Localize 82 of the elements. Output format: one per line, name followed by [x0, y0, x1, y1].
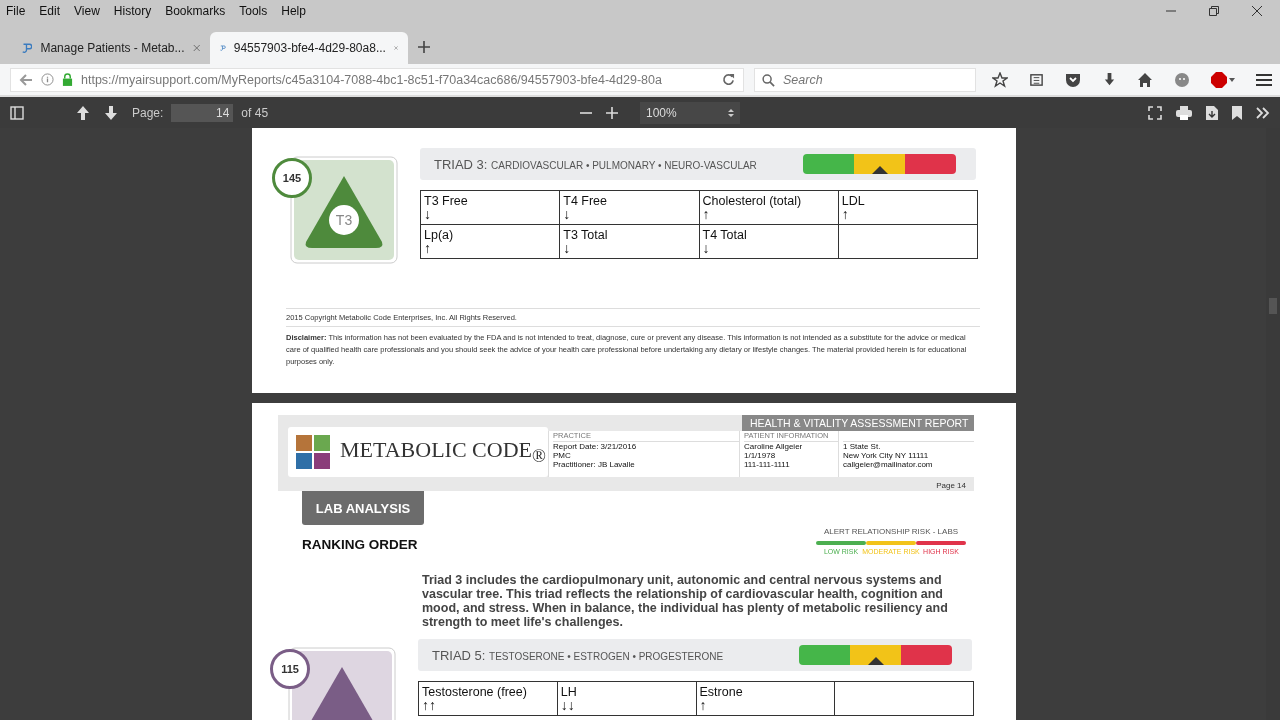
legend-title: ALERT RELATIONSHIP RISK - LABS — [823, 527, 959, 536]
menu-item[interactable]: Edit — [32, 4, 68, 18]
pocket-icon[interactable] — [1064, 71, 1081, 88]
lock-icon — [62, 73, 73, 86]
logo-icon — [296, 435, 330, 469]
reading-list-icon[interactable] — [1028, 72, 1044, 87]
zoom-in-icon[interactable] — [606, 106, 618, 119]
page-number-field[interactable]: 14 — [171, 103, 234, 122]
info-text: New York City NY 11111 — [843, 451, 930, 460]
score-badge: 115 — [270, 649, 310, 689]
trend-arrow: ↑ — [702, 208, 710, 221]
browser-tab[interactable]: 94557903-bfe4-4d29-80a8... — [210, 32, 408, 64]
brand-name: METABOLIC CODE$_{®}$ — [340, 436, 546, 468]
trend-arrow: ↓ — [424, 208, 431, 221]
lab-name: Lp(a) — [424, 228, 454, 242]
scrollbar-thumb[interactable] — [1269, 298, 1277, 314]
menu-icon[interactable] — [1255, 72, 1272, 87]
lab-name: LDL — [841, 194, 865, 208]
search-icon — [762, 73, 775, 87]
info-text: Report Date: 3/21/2016 — [553, 442, 638, 451]
browser-tab[interactable]: Manage Patients - Metab... — [12, 32, 210, 64]
lab-name: LH — [560, 685, 577, 699]
bookmark-icon[interactable] — [1232, 105, 1242, 120]
info-text: 111-111-1111 — [744, 460, 791, 469]
triad-title: TRIAD 3: CARDIOVASCULAR • PULMONARY • NEURO-VASCULAR — [434, 156, 757, 172]
print-icon[interactable] — [1176, 105, 1192, 120]
reload-icon[interactable] — [722, 73, 735, 86]
info-text: Practitioner: JB Lavalle — [553, 460, 636, 469]
zoom-dropdown[interactable]: 100% — [640, 101, 740, 124]
address-bar[interactable]: https://myairsupport.com/MyReports/c45a3104-7088-4bc1-8c51-f70a34cac686/94557903-bfe4-4d29-80a — [10, 67, 744, 92]
search-field[interactable]: Search — [754, 67, 976, 92]
sidebar-toggle-icon[interactable] — [10, 105, 24, 120]
trend-arrow: ↓ — [702, 242, 710, 255]
trend-arrow: ↓ — [563, 242, 571, 255]
page-label: Page: — [132, 105, 164, 120]
risk-marker-icon — [871, 166, 888, 174]
score-badge: 145 — [272, 158, 312, 198]
more-tools-icon[interactable] — [1256, 106, 1270, 119]
lab-name: T3 Total — [563, 228, 608, 242]
chat-icon[interactable] — [1174, 71, 1191, 88]
dropdown-arrows-icon — [728, 107, 734, 118]
lab-name: Cholesterol (total) — [702, 194, 802, 208]
page-count: of 45 — [241, 105, 269, 120]
lab-name: T4 Total — [702, 228, 747, 242]
info-text: Caroline Allgeier — [744, 442, 804, 451]
lab-name: T4 Free — [563, 194, 607, 208]
info-text: callgeier@mailinator.com — [843, 460, 934, 469]
fullscreen-icon[interactable] — [1148, 105, 1162, 120]
save-icon[interactable] — [1206, 105, 1218, 120]
close-icon[interactable] — [1252, 6, 1262, 16]
risk-marker-icon — [867, 657, 884, 665]
lab-name: Estrone — [699, 685, 743, 699]
menu-item[interactable]: Bookmarks — [158, 4, 233, 18]
info-text: 1 State St. — [843, 442, 882, 451]
section-heading: RANKING ORDER — [302, 537, 419, 552]
trend-arrow: ↓ — [563, 208, 571, 221]
previous-page-icon[interactable] — [76, 105, 90, 120]
menu-item[interactable]: Tools — [232, 4, 275, 18]
trend-arrow: ↑ — [699, 699, 707, 712]
new-tab-icon[interactable] — [418, 41, 430, 53]
bookmark-star-icon[interactable] — [992, 71, 1008, 88]
triad-title: TRIAD 5: TESTOSERONE • ESTROGEN • PROGESTERONE — [432, 647, 724, 663]
trend-arrow: ↑ — [424, 242, 431, 255]
trend-arrow: ↑ — [841, 208, 849, 221]
report-title: HEALTH & VITALITY ASSESSMENT REPORT — [742, 415, 974, 431]
next-page-icon[interactable] — [104, 105, 118, 120]
info-text: PMC — [553, 451, 572, 460]
description-text: Triad 3 includes the cardiopulmonary unit, autonomic and central nervous systems and vascular tree. This triad reflects the relationship of cardiovascular health, cognition and mood, and stress. When in balance, the individual has plenty of metabolic resiliency and strength to meet life's challenges. — [422, 573, 949, 629]
home-icon[interactable] — [1137, 71, 1154, 88]
restore-icon[interactable] — [1209, 6, 1219, 16]
site-logo-icon — [22, 41, 33, 55]
trend-arrow: ↑↑ — [422, 699, 436, 712]
back-icon[interactable] — [19, 72, 33, 87]
lab-name: Testosterone (free) — [422, 685, 527, 699]
info-text: 1/1/1978 — [744, 451, 777, 460]
trend-arrow: ↓↓ — [560, 699, 575, 712]
menu-item[interactable]: File — [0, 4, 33, 18]
page-number: Page 14 — [936, 481, 966, 490]
lab-name: T3 Free — [424, 194, 468, 208]
menu-item[interactable]: View — [67, 4, 107, 18]
menu-item[interactable]: History — [106, 4, 159, 18]
menu-item[interactable]: Help — [274, 4, 313, 18]
